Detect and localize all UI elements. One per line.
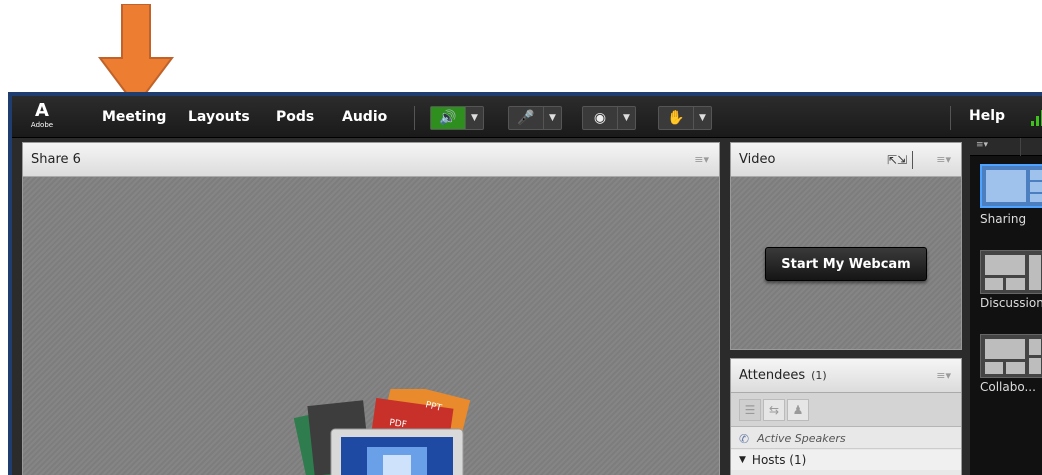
menubar-divider: [414, 106, 415, 130]
chevron-down-icon[interactable]: ▼: [617, 107, 635, 129]
layout-cell: [1029, 358, 1041, 374]
attendees-toolbar: ☰ ⇆ ♟: [731, 393, 961, 427]
attendees-count: (1): [811, 369, 827, 382]
chevron-down-icon[interactable]: ▼: [543, 107, 561, 129]
layout-cell: [985, 362, 1003, 374]
phone-icon: ✆: [739, 431, 750, 446]
layout-cell: [986, 170, 1026, 202]
layout-label-collaboration[interactable]: Collabo...: [980, 380, 1036, 394]
layout-cell: [985, 278, 1003, 290]
video-pod: Video ⇱⇲ ≡▾ Start My Webcam: [730, 142, 962, 350]
attendees-pod: Attendees (1) ≡▾ ☰ ⇆ ♟ ✆ Active Speakers …: [730, 358, 962, 475]
app-content: A Adobe Meeting Layouts Pods Audio 🔊 ▼ 🎤…: [12, 96, 1042, 475]
layout-cell: [1030, 194, 1042, 202]
layout-thumb-sharing[interactable]: [980, 164, 1042, 208]
active-speakers-label: Active Speakers: [757, 432, 846, 445]
speaker-icon[interactable]: 🔊: [431, 107, 465, 129]
share-pod-title: Share 6: [31, 152, 81, 167]
layout-label-sharing[interactable]: Sharing: [980, 212, 1026, 226]
expand-triangle-icon[interactable]: ▼: [739, 455, 746, 465]
layout-thumb-collaboration[interactable]: [980, 334, 1042, 378]
layout-cell: [1030, 170, 1042, 180]
menu-audio[interactable]: Audio: [342, 108, 387, 126]
layout-cell: [1006, 278, 1025, 290]
video-pod-body: Start My Webcam: [731, 177, 961, 349]
layout-label-discussion[interactable]: Discussion: [980, 296, 1042, 310]
start-webcam-button[interactable]: Start My Webcam: [765, 247, 927, 281]
menubar: A Adobe Meeting Layouts Pods Audio 🔊 ▼ 🎤…: [12, 96, 1042, 138]
layout-cell: [1029, 255, 1041, 290]
chevron-down-icon[interactable]: ▼: [693, 107, 711, 129]
status-view-icon[interactable]: ♟: [787, 399, 809, 421]
layout-cell: [985, 339, 1025, 359]
panel-divider: [1020, 138, 1021, 156]
share-pod-body: PPT PDF: [23, 177, 719, 475]
layout-cell: [1006, 362, 1025, 374]
layout-cell: [1030, 182, 1042, 192]
video-pod-header: Video ⇱⇲ ≡▾: [731, 143, 961, 177]
webcam-control[interactable]: ◉ ▼: [582, 106, 636, 130]
microphone-icon[interactable]: 🎤: [509, 107, 543, 129]
menu-layouts[interactable]: Layouts: [188, 108, 250, 126]
active-speakers-row: ✆ Active Speakers: [731, 429, 961, 449]
menu-help[interactable]: Help: [969, 108, 1005, 124]
hosts-group-label: Hosts (1): [751, 453, 807, 467]
share-content-illustration: PPT PDF: [293, 389, 471, 475]
menu-meeting[interactable]: Meeting: [102, 108, 166, 126]
microphone-control[interactable]: 🎤 ▼: [508, 106, 562, 130]
panel-options-icon[interactable]: ≡▾: [976, 140, 988, 150]
adobe-logo-text: Adobe: [30, 121, 54, 129]
layouts-panel-header: ≡▾: [970, 138, 1042, 156]
app-window: A Adobe Meeting Layouts Pods Audio 🔊 ▼ 🎤…: [8, 92, 1042, 475]
share-pod-header: Share 6 ≡▾: [23, 143, 719, 177]
layout-cell: [985, 255, 1025, 275]
connection-signal-icon: [1031, 110, 1042, 126]
hosts-group-row[interactable]: ▼ Hosts (1): [731, 450, 961, 470]
menu-pods[interactable]: Pods: [276, 108, 314, 126]
breakout-view-icon[interactable]: ⇆: [763, 399, 785, 421]
layouts-panel: ≡▾ Sharing Discussion Collabo...: [970, 138, 1042, 475]
video-pod-title: Video: [739, 152, 776, 167]
raise-hand-control[interactable]: ✋ ▼: [658, 106, 712, 130]
speaker-control[interactable]: 🔊 ▼: [430, 106, 484, 130]
adobe-logo-icon: A: [35, 100, 49, 121]
menubar-divider: [950, 106, 951, 130]
attendees-pod-title: Attendees (1): [739, 368, 827, 383]
chevron-down-icon[interactable]: ▼: [465, 107, 483, 129]
fullscreen-icon[interactable]: ⇱⇲: [887, 153, 907, 167]
layout-cell: [1029, 339, 1041, 355]
attendees-title-text: Attendees: [739, 368, 806, 383]
raise-hand-icon[interactable]: ✋: [659, 107, 693, 129]
share-pod: Share 6 ≡▾ PPT PDF: [22, 142, 720, 475]
attendees-pod-header: Attendees (1) ≡▾: [731, 359, 961, 393]
layout-thumb-discussion[interactable]: [980, 250, 1042, 294]
list-view-icon[interactable]: ☰: [739, 399, 761, 421]
webcam-icon[interactable]: ◉: [583, 107, 617, 129]
pod-options-icon[interactable]: ≡▾: [694, 153, 709, 166]
pod-options-icon[interactable]: ≡▾: [936, 153, 951, 166]
header-divider: [912, 151, 913, 169]
adobe-logo: A Adobe: [30, 101, 54, 131]
pod-options-icon[interactable]: ≡▾: [936, 369, 951, 382]
screenshot-page: A Adobe Meeting Layouts Pods Audio 🔊 ▼ 🎤…: [0, 0, 1042, 475]
